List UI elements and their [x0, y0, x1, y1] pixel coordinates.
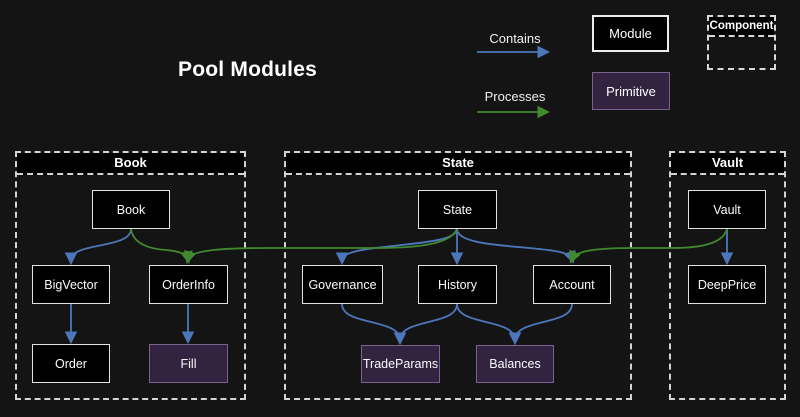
pool-modules-diagram: Pool Modules Contains Processes Module P… [0, 0, 800, 417]
legend-component-swatch: Component [707, 15, 776, 70]
legend-component-label: Component [709, 17, 774, 37]
node-account-label: Account [549, 278, 594, 292]
container-state-title: State [286, 153, 630, 175]
node-governance: Governance [302, 265, 383, 304]
node-fill-label: Fill [181, 357, 197, 371]
legend-module-swatch: Module [592, 15, 669, 52]
node-governance-label: Governance [308, 278, 376, 292]
node-book-label: Book [117, 203, 146, 217]
node-deepprice: DeepPrice [688, 265, 766, 304]
page-title: Pool Modules [160, 58, 335, 82]
legend-module-label: Module [609, 26, 652, 41]
node-tradeparams: TradeParams [361, 345, 440, 383]
node-history-label: History [438, 278, 477, 292]
legend-primitive-swatch: Primitive [592, 72, 670, 110]
legend-primitive-label: Primitive [606, 84, 656, 99]
node-order-label: Order [55, 357, 87, 371]
node-history: History [418, 265, 497, 304]
node-orderinfo: OrderInfo [149, 265, 228, 304]
node-balances-label: Balances [489, 357, 540, 371]
node-account: Account [533, 265, 611, 304]
node-bigvector-label: BigVector [44, 278, 98, 292]
node-tradeparams-label: TradeParams [363, 357, 438, 371]
node-deepprice-label: DeepPrice [698, 278, 756, 292]
container-book-title: Book [17, 153, 244, 175]
node-order: Order [32, 344, 110, 383]
node-bigvector: BigVector [32, 265, 110, 304]
node-book: Book [92, 190, 170, 229]
legend-contains-label: Contains [455, 31, 575, 46]
legend-processes-label: Processes [455, 89, 575, 104]
node-fill: Fill [149, 344, 228, 383]
container-vault-title: Vault [671, 153, 784, 175]
node-vault: Vault [688, 190, 766, 229]
node-state: State [418, 190, 497, 229]
node-vault-label: Vault [713, 203, 741, 217]
node-orderinfo-label: OrderInfo [162, 278, 215, 292]
node-state-label: State [443, 203, 472, 217]
node-balances: Balances [476, 345, 554, 383]
